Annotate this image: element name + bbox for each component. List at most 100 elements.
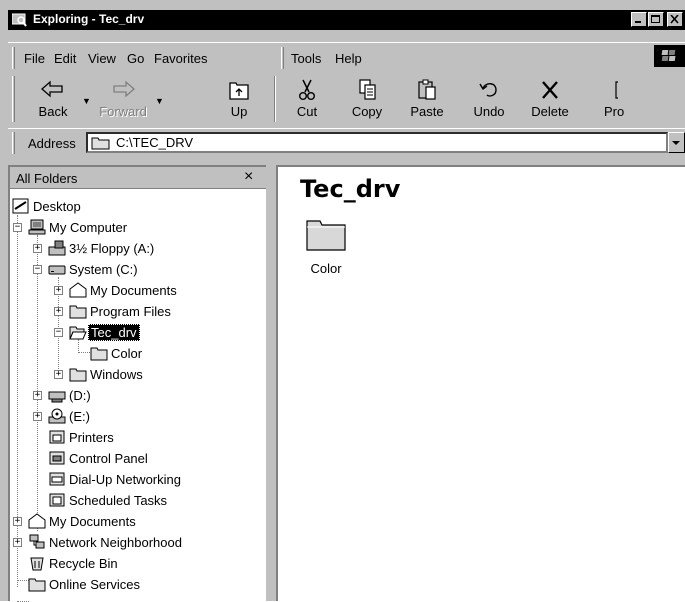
expand-icon[interactable]: + (33, 391, 42, 400)
forward-arrow-icon (94, 79, 152, 101)
scheduled-tasks-icon (48, 492, 66, 508)
file-item-label: Color (310, 261, 342, 276)
back-arrow-icon (24, 79, 82, 101)
cut-button[interactable]: Cut (278, 74, 336, 124)
printers-icon (48, 429, 66, 445)
tree-label: Network Neighborhood (49, 535, 182, 550)
collapse-icon[interactable]: − (13, 223, 22, 232)
tree-line (37, 235, 38, 531)
network-icon (28, 534, 46, 550)
tree-line (17, 215, 18, 587)
expand-icon[interactable]: + (54, 307, 63, 316)
explorer-icon (11, 13, 27, 27)
cut-label: Cut (296, 104, 318, 119)
folder-title: Tec_drv (300, 175, 401, 203)
tree-label: Desktop (33, 199, 81, 214)
menu-edit[interactable]: Edit (54, 51, 76, 66)
standard-toolbar: Back ▼ Forward ▼ Up Cut Copy Paste Undo … (8, 74, 685, 126)
tree-label: Printers (69, 430, 114, 445)
minimize-button[interactable] (631, 12, 647, 27)
tree-label: Dial-Up Networking (69, 472, 181, 487)
menu-help[interactable]: Help (335, 51, 362, 66)
tree-line (78, 352, 90, 353)
tree-label: Color (111, 346, 143, 361)
folder-icon (91, 136, 111, 153)
properties-button[interactable]: Pro (574, 74, 634, 124)
desktop-icon (12, 198, 30, 214)
delete-button[interactable]: Delete (521, 74, 579, 124)
address-dropdown-button[interactable] (668, 132, 685, 153)
tree-label: My Computer (49, 220, 128, 235)
all-folders-pane: All Folders × Desktop − My Computer + 3½… (8, 165, 266, 602)
title-bar[interactable]: Exploring - Tec_drv (8, 10, 685, 30)
tree-label: Program Files (90, 304, 171, 319)
my-computer-icon (28, 219, 46, 235)
back-button[interactable]: Back (24, 74, 82, 124)
control-panel-icon (48, 450, 66, 466)
forward-button[interactable]: Forward (94, 74, 152, 124)
cd-drive-icon (48, 408, 66, 424)
menu-file[interactable]: File (24, 51, 45, 66)
tree-label: Recycle Bin (49, 556, 118, 571)
menu-grip[interactable] (12, 47, 15, 69)
toolbar-grip[interactable] (12, 76, 15, 122)
menu-view[interactable]: View (88, 51, 116, 66)
expand-icon[interactable]: + (33, 412, 42, 421)
expand-icon[interactable]: + (13, 538, 22, 547)
delete-x-icon (521, 79, 579, 101)
close-button[interactable] (667, 12, 683, 27)
back-dropdown-icon[interactable]: ▼ (82, 96, 91, 106)
menu-go[interactable]: Go (127, 51, 144, 66)
paste-button[interactable]: Paste (398, 74, 456, 124)
floppy-drive-icon (48, 240, 66, 256)
folder-icon (90, 345, 108, 361)
tree-label: Online Services (49, 577, 141, 592)
expand-icon[interactable]: + (33, 244, 42, 253)
maximize-button[interactable] (648, 12, 664, 27)
expand-icon[interactable]: + (54, 370, 63, 379)
undo-label: Undo (473, 104, 505, 119)
up-folder-icon (210, 79, 268, 101)
collapse-icon[interactable]: − (33, 265, 42, 274)
menu-tools[interactable]: Tools (291, 51, 321, 66)
hard-drive-icon (48, 261, 66, 277)
windows-logo (654, 45, 685, 67)
paste-label: Paste (410, 104, 444, 119)
all-folders-header: All Folders × (10, 167, 266, 189)
close-pane-icon[interactable]: × (244, 168, 253, 186)
properties-label: Pro (604, 104, 625, 119)
copy-label: Copy (351, 104, 383, 119)
delete-label: Delete (531, 104, 569, 119)
paste-icon (398, 79, 456, 101)
tree-label: System (C:) (69, 262, 138, 277)
address-input[interactable]: C:\TEC_DRV (86, 132, 668, 153)
tree-label: Windows (90, 367, 143, 382)
collapse-icon[interactable]: − (54, 328, 63, 337)
my-documents-folder-icon (28, 513, 46, 529)
menu-separator (281, 47, 284, 69)
file-item-color[interactable]: Color (296, 217, 356, 276)
folder-icon (69, 366, 87, 382)
recycle-bin-icon (28, 555, 46, 571)
menu-favorites[interactable]: Favorites (154, 51, 207, 66)
expand-icon[interactable]: + (13, 517, 22, 526)
undo-button[interactable]: Undo (460, 74, 518, 124)
dial-up-icon (48, 471, 66, 487)
copy-button[interactable]: Copy (338, 74, 396, 124)
folder-icon (69, 303, 87, 319)
up-button[interactable]: Up (210, 74, 268, 124)
tree-label: Control Panel (69, 451, 148, 466)
properties-icon (574, 79, 634, 101)
undo-icon (460, 79, 518, 101)
menu-bar: File Edit View Go Favorites Tools Help (8, 42, 685, 72)
tree-label: My Documents (49, 514, 136, 529)
expand-icon[interactable]: + (54, 286, 63, 295)
removable-drive-icon (48, 387, 66, 403)
tree-label: My Documents (90, 283, 177, 298)
address-bar: Address C:\TEC_DRV (8, 128, 685, 156)
forward-dropdown-icon[interactable]: ▼ (155, 96, 164, 106)
address-label: Address (28, 136, 76, 151)
explorer-window: Exploring - Tec_drv File Edit View Go Fa… (0, 0, 685, 602)
tree-label: (D:) (69, 388, 91, 403)
address-grip[interactable] (12, 132, 15, 154)
